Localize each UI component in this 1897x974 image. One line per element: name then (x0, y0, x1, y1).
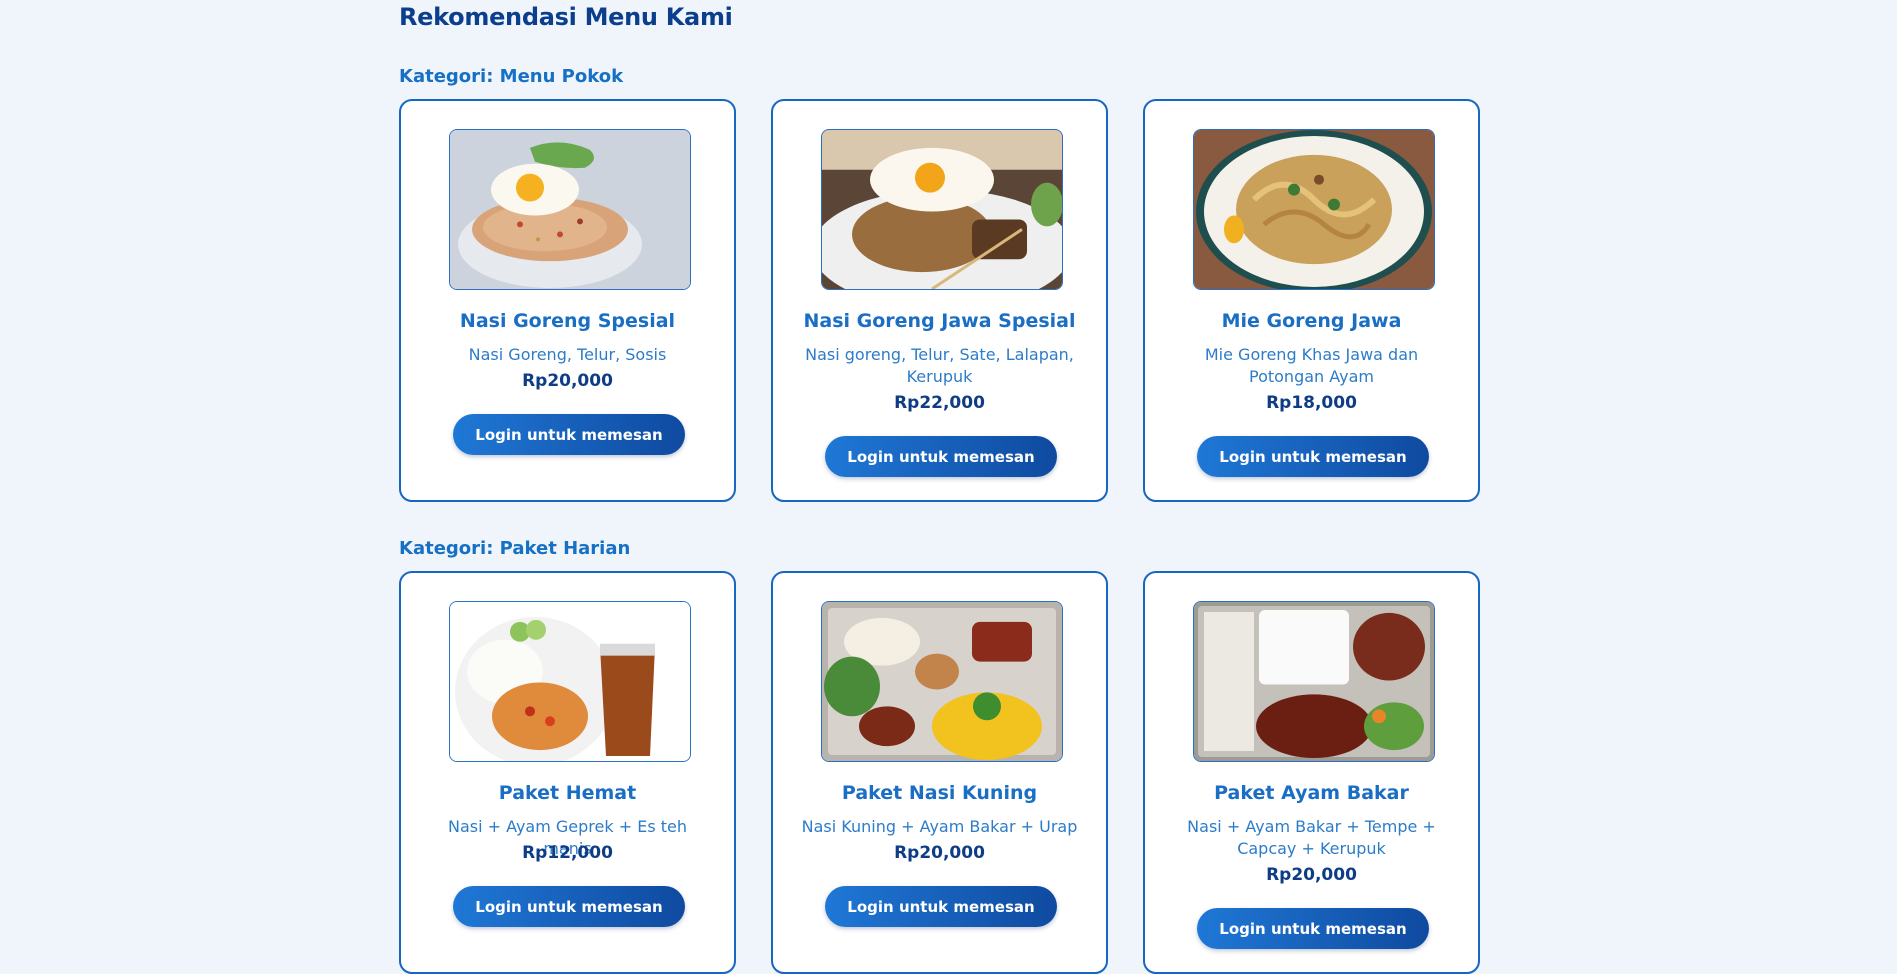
menu-item-name: Paket Ayam Bakar (1214, 782, 1409, 804)
menu-card: Paket Hemat Nasi + Ayam Geprek + Es teh … (399, 571, 736, 974)
menu-item-desc: Nasi Goreng, Telur, Sosis (468, 345, 667, 364)
menu-item-photo[interactable] (449, 601, 691, 762)
menu-card: Nasi Goreng Spesial Nasi Goreng, Telur, … (399, 99, 736, 502)
menu-item-desc: Nasi goreng, Telur, Sate, Lalapan, Kerup… (805, 345, 1074, 386)
menu-item-desc: Mie Goreng Khas Jawa dan Potongan Ayam (1204, 345, 1419, 386)
menu-item-name: Nasi Goreng Jawa Spesial (803, 310, 1076, 332)
menu-card: Paket Ayam Bakar Nasi + Ayam Bakar + Tem… (1143, 571, 1480, 974)
menu-item-name: Paket Nasi Kuning (841, 782, 1038, 804)
menu-item-price: Rp18,000 (1266, 393, 1357, 413)
menu-item-name: Paket Hemat (498, 782, 637, 804)
menu-item-name: Mie Goreng Jawa (1221, 310, 1402, 332)
menu-item-photo[interactable] (821, 601, 1063, 762)
menu-card: Paket Nasi Kuning Nasi Kuning + Ayam Bak… (771, 571, 1108, 974)
menu-item-photo[interactable] (1193, 129, 1435, 290)
menu-item-price: Rp20,000 (894, 843, 985, 863)
menu-item-photo[interactable] (1193, 601, 1435, 762)
category-title-paket-harian: Kategori: Paket Harian (399, 538, 631, 559)
login-to-order-button[interactable]: Login untuk memesan (453, 414, 685, 455)
menu-item-price: Rp22,000 (894, 393, 985, 413)
menu-card: Mie Goreng Jawa Mie Goreng Khas Jawa dan… (1143, 99, 1480, 502)
menu-item-price: Rp20,000 (522, 371, 613, 391)
menu-item-price: Rp12,000 (522, 843, 613, 863)
menu-item-photo[interactable] (449, 129, 691, 290)
login-to-order-button[interactable]: Login untuk memesan (453, 886, 685, 927)
menu-item-name: Nasi Goreng Spesial (459, 310, 676, 332)
login-to-order-button[interactable]: Login untuk memesan (1197, 436, 1429, 477)
menu-item-price: Rp20,000 (1266, 865, 1357, 885)
login-to-order-button[interactable]: Login untuk memesan (825, 886, 1057, 927)
menu-card: Nasi Goreng Jawa Spesial Nasi goreng, Te… (771, 99, 1108, 502)
category-title-menu-pokok: Kategori: Menu Pokok (399, 66, 624, 87)
page-title: Rekomendasi Menu Kami (399, 3, 733, 31)
menu-item-desc: Nasi + Ayam Bakar + Tempe + Capcay + Ker… (1187, 817, 1436, 858)
menu-item-photo[interactable] (821, 129, 1063, 290)
login-to-order-button[interactable]: Login untuk memesan (1197, 908, 1429, 949)
menu-item-desc: Nasi Kuning + Ayam Bakar + Urap (801, 817, 1078, 836)
login-to-order-button[interactable]: Login untuk memesan (825, 436, 1057, 477)
